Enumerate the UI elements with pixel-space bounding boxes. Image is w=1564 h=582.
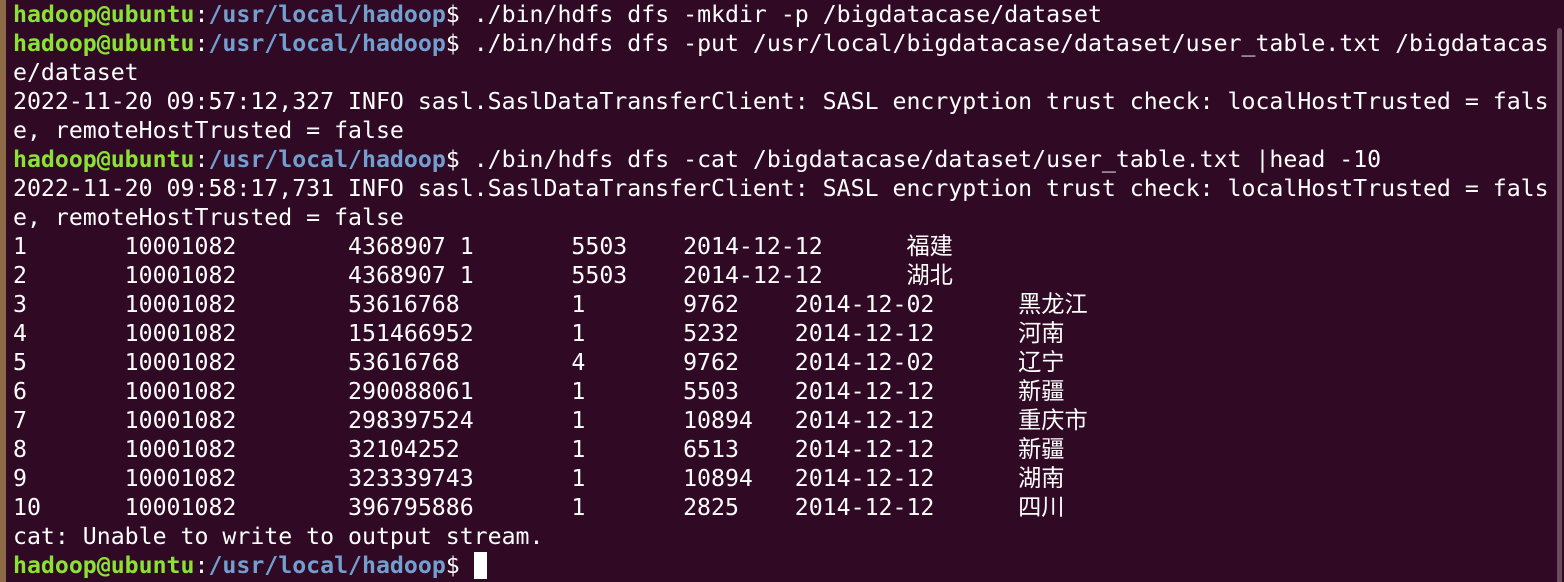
output-line: 6 10001082 290088061 1 5503 2014-12-12 新… xyxy=(13,378,1065,405)
terminal-output[interactable]: hadoop@ubuntu:/usr/local/hadoop$ ./bin/h… xyxy=(13,0,1553,580)
output-line: 8 10001082 32104252 1 6513 2014-12-12 新疆 xyxy=(13,436,1065,463)
prompt-user: hadoop@ubuntu xyxy=(13,146,195,173)
output-line: e, remoteHostTrusted = false xyxy=(13,204,404,231)
prompt-dollar: $ xyxy=(445,552,460,579)
output-line: 5 10001082 53616768 4 9762 2014-12-02 辽宁 xyxy=(13,349,1065,376)
prompt-dollar: $ xyxy=(445,30,460,57)
prompt-path: /usr/local/hadoop xyxy=(208,30,446,57)
output-line: cat: Unable to write to output stream. xyxy=(13,523,544,550)
output-line: 3 10001082 53616768 1 9762 2014-12-02 黑龙… xyxy=(13,291,1088,318)
prompt-user: hadoop@ubuntu xyxy=(13,30,195,57)
scrollbar-thumb[interactable] xyxy=(1557,28,1562,582)
prompt-line: hadoop@ubuntu:/usr/local/hadoop$ ./bin/h… xyxy=(13,0,1553,29)
prompt-colon: : xyxy=(194,1,209,28)
output-line: 4 10001082 151466952 1 5232 2014-12-12 河… xyxy=(13,320,1065,347)
terminal-window: hadoop@ubuntu:/usr/local/hadoop$ ./bin/h… xyxy=(0,0,1564,582)
output-line: 7 10001082 298397524 1 10894 2014-12-12 … xyxy=(13,407,1088,434)
prompt-path: /usr/local/hadoop xyxy=(208,1,446,28)
output-line: e, remoteHostTrusted = false xyxy=(13,117,404,144)
prompt-line: hadoop@ubuntu:/usr/local/hadoop$ xyxy=(13,551,1553,580)
output-line: 1 10001082 4368907 1 5503 2014-12-12 福建 xyxy=(13,233,953,260)
prompt-colon: : xyxy=(194,552,209,579)
prompt-line: hadoop@ubuntu:/usr/local/hadoop$ ./bin/h… xyxy=(13,29,1553,58)
output-line: 2022-11-20 09:57:12,327 INFO sasl.SaslDa… xyxy=(13,88,1549,115)
prompt-path: /usr/local/hadoop xyxy=(208,552,446,579)
output-line: 10 10001082 396795886 1 2825 2014-12-12 … xyxy=(13,494,1065,521)
prompt-colon: : xyxy=(194,146,209,173)
prompt-dollar: $ xyxy=(445,1,460,28)
output-line: 9 10001082 323339743 1 10894 2014-12-12 … xyxy=(13,465,1065,492)
prompt-dollar: $ xyxy=(445,146,460,173)
output-line: 2022-11-20 09:58:17,731 INFO sasl.SaslDa… xyxy=(13,175,1549,202)
command-text: ./bin/hdfs dfs -cat /bigdatacase/dataset… xyxy=(459,146,1382,173)
output-line: 2 10001082 4368907 1 5503 2014-12-12 湖北 xyxy=(13,262,953,289)
command-text: ./bin/hdfs dfs -mkdir -p /bigdatacase/da… xyxy=(459,1,1102,28)
text-cursor[interactable] xyxy=(473,552,487,579)
scrollbar[interactable] xyxy=(1553,0,1564,582)
prompt-line: hadoop@ubuntu:/usr/local/hadoop$ ./bin/h… xyxy=(13,145,1553,174)
prompt-user: hadoop@ubuntu xyxy=(13,552,195,579)
prompt-colon: : xyxy=(194,30,209,57)
prompt-user: hadoop@ubuntu xyxy=(13,1,195,28)
output-line: e/dataset xyxy=(13,59,139,86)
prompt-path: /usr/local/hadoop xyxy=(208,146,446,173)
command-text: ./bin/hdfs dfs -put /usr/local/bigdataca… xyxy=(459,30,1549,57)
